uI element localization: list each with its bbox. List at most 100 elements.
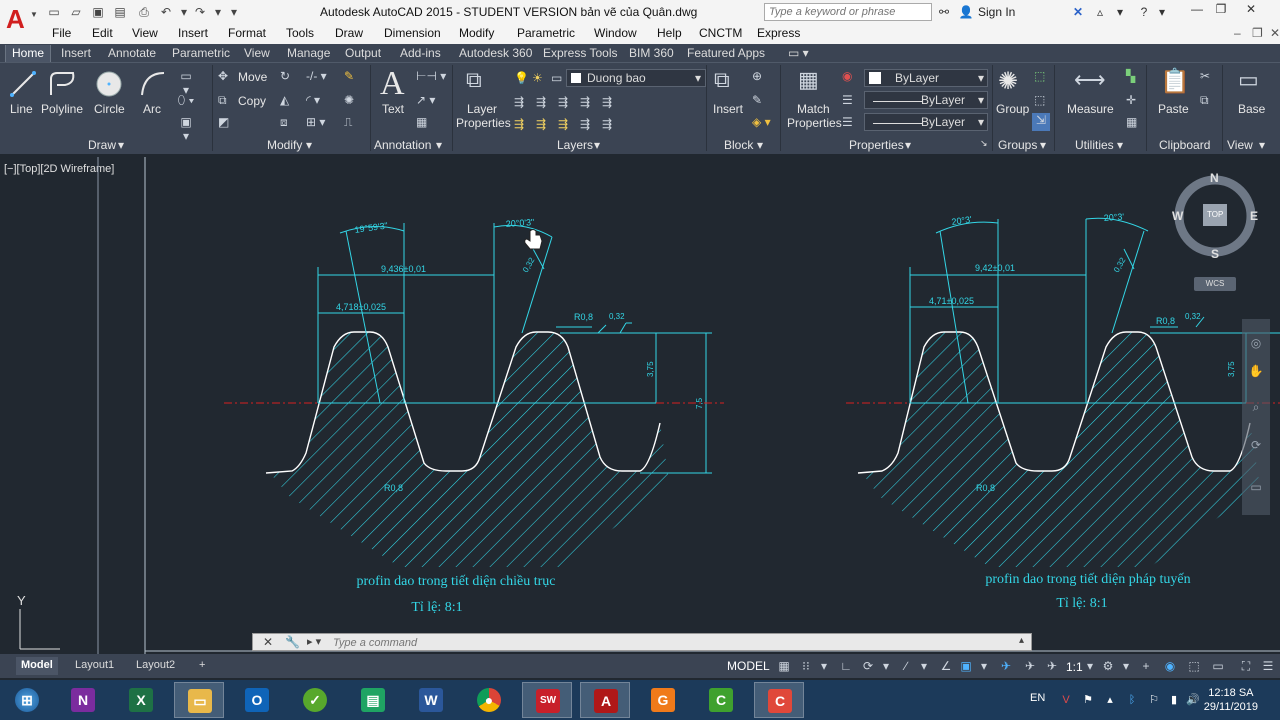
action-center-icon[interactable]: ⚐ xyxy=(1148,694,1160,706)
scale-icon[interactable]: ⧈ xyxy=(280,115,288,130)
base-view-icon[interactable]: ▭ xyxy=(1238,67,1259,93)
linetype-icon[interactable]: ☰ xyxy=(842,93,853,107)
erase-icon[interactable]: ✎ xyxy=(344,69,354,83)
grid-icon[interactable]: ▦ xyxy=(776,658,792,674)
menu-draw[interactable]: Draw xyxy=(335,26,363,40)
object-snap-icon[interactable]: ▣ xyxy=(958,658,974,674)
menu-help[interactable]: Help xyxy=(657,26,682,40)
menu-insert[interactable]: Insert xyxy=(178,26,208,40)
customization-icon[interactable]: ☰ xyxy=(1260,658,1276,674)
scale-dropdown-icon[interactable]: ▾ xyxy=(1082,658,1098,674)
model-space-toggle[interactable]: MODEL xyxy=(727,659,770,673)
layers-panel-dropdown-icon[interactable]: ▾ xyxy=(594,138,600,152)
leader-icon[interactable]: ↗ ▾ xyxy=(416,93,435,107)
new-file-icon[interactable]: ▭ xyxy=(46,4,62,20)
tab-annotate[interactable]: Annotate xyxy=(102,45,162,62)
move-button[interactable]: Move xyxy=(238,70,267,84)
tab-parametric[interactable]: Parametric xyxy=(166,45,236,62)
color-wheel-icon[interactable]: ◉ xyxy=(842,69,852,83)
match-properties-icon[interactable]: ▦ xyxy=(798,67,819,93)
polyline-button[interactable]: Polyline xyxy=(41,102,83,116)
restore-button[interactable]: ❐ xyxy=(1210,2,1232,18)
draw-panel-dropdown-icon[interactable]: ▾ xyxy=(118,138,124,152)
save-icon[interactable]: ▣ xyxy=(90,4,106,20)
offset-icon[interactable]: ⎍ xyxy=(344,115,352,130)
zoom-icon[interactable]: ⌕ xyxy=(1248,399,1264,415)
system-clock[interactable]: 12:18 SA 29/11/2019 xyxy=(1204,686,1258,714)
menu-minimize-icon[interactable]: – xyxy=(1234,26,1241,40)
view-panel-dropdown-icon[interactable]: ▾ xyxy=(1259,138,1265,152)
tab-layout2[interactable]: Layout2 xyxy=(131,657,180,675)
measure-button[interactable]: Measure xyxy=(1067,102,1114,116)
quick-select-icon[interactable]: ▚ xyxy=(1126,69,1135,83)
autocad-app[interactable]: A xyxy=(580,682,630,718)
excel-app[interactable]: X xyxy=(116,682,166,718)
bluetooth-icon[interactable]: ᛒ xyxy=(1126,694,1138,706)
insert-button[interactable]: Insert xyxy=(713,102,743,116)
pan-icon[interactable]: ✋ xyxy=(1248,363,1264,379)
current-layer-dropdown[interactable]: Duong bao ▾ xyxy=(566,69,706,87)
linetype-dropdown[interactable]: ByLayer ▾ xyxy=(864,91,988,109)
measure-icon[interactable]: ⟷ xyxy=(1074,67,1106,93)
annotation-panel-dropdown-icon[interactable]: ▾ xyxy=(436,138,442,152)
match-properties-button-line2[interactable]: Properties xyxy=(787,116,842,130)
workspace-gear-icon[interactable]: ⚙ xyxy=(1100,658,1116,674)
menu-modify[interactable]: Modify xyxy=(459,26,494,40)
tray-app-icon[interactable]: V xyxy=(1060,694,1072,706)
word-app[interactable]: W xyxy=(406,682,456,718)
fillet-icon[interactable]: ◜ ▾ xyxy=(306,93,320,107)
menu-window[interactable]: Window xyxy=(594,26,637,40)
hatch-icon[interactable]: ⬯ ▾ xyxy=(176,93,196,108)
object-snap-dropdown-icon[interactable]: ▾ xyxy=(976,658,992,674)
arc-button[interactable]: Arc xyxy=(143,102,161,116)
object-snap-tracking-icon[interactable]: ∠ xyxy=(938,658,954,674)
open-file-icon[interactable]: ▱ xyxy=(68,4,84,20)
tab-autodesk-360[interactable]: Autodesk 360 xyxy=(453,45,538,62)
menu-cnctm[interactable]: CNCTM xyxy=(699,26,742,40)
clipboard-panel-title[interactable]: Clipboard xyxy=(1159,138,1210,152)
layer-tool-8-icon[interactable]: ⇶ xyxy=(558,117,568,131)
annotation-panel-title[interactable]: Annotation xyxy=(374,138,431,152)
modify-panel-dropdown-icon[interactable]: ▾ xyxy=(306,138,312,152)
help-icon[interactable]: ? xyxy=(1136,4,1152,20)
properties-panel-dropdown-icon[interactable]: ▾ xyxy=(905,138,911,152)
table-icon[interactable]: ▦ xyxy=(416,115,427,129)
layer-freeze-icon[interactable]: ☀ xyxy=(532,71,543,85)
insert-block-icon[interactable]: ⧉ xyxy=(714,67,730,93)
paste-button[interactable]: Paste xyxy=(1158,102,1189,116)
snap-dropdown-icon[interactable]: ▾ xyxy=(816,658,832,674)
layer-lock-icon[interactable]: ▭ xyxy=(551,71,562,85)
qat-customize-icon[interactable]: ▾ xyxy=(226,4,242,20)
menu-restore-icon[interactable]: ❐ xyxy=(1252,26,1263,40)
camtasia-green-app[interactable]: C xyxy=(696,682,746,718)
compass-north[interactable]: N xyxy=(1210,171,1219,185)
orbit-icon[interactable]: ⟳ xyxy=(1248,437,1264,453)
clean-screen-icon[interactable]: ▭ xyxy=(1210,658,1226,674)
tab-model[interactable]: Model xyxy=(16,657,58,675)
sign-in-link[interactable]: Sign In xyxy=(978,5,1015,19)
layer-tool-9-icon[interactable]: ⇶ xyxy=(580,117,590,131)
a360-icon[interactable]: ▵ xyxy=(1092,4,1108,20)
block-panel-dropdown-icon[interactable]: ▾ xyxy=(757,138,763,152)
text-button[interactable]: Text xyxy=(382,102,404,116)
volume-icon[interactable]: 🔊 xyxy=(1186,694,1200,706)
polyline-icon[interactable] xyxy=(47,69,77,99)
tab-manage[interactable]: Manage xyxy=(281,45,336,62)
isolate-objects-icon[interactable]: ◉ xyxy=(1162,658,1178,674)
fullscreen-icon[interactable]: ⛶ xyxy=(1238,658,1254,674)
redo-dropdown-icon[interactable]: ▾ xyxy=(210,4,226,20)
outlook-app[interactable]: O xyxy=(232,682,282,718)
command-close-icon[interactable]: ✕ xyxy=(263,635,273,649)
menu-edit[interactable]: Edit xyxy=(92,26,113,40)
redo-icon[interactable]: ↷ xyxy=(192,4,208,20)
menu-tools[interactable]: Tools xyxy=(286,26,314,40)
polar-icon[interactable]: ⟳ xyxy=(860,658,876,674)
drawing-canvas[interactable]: [−][Top][2D Wireframe] 19°59'3" 20°0'3" … xyxy=(0,157,1280,654)
tab-view[interactable]: View xyxy=(238,45,276,62)
tray-expand-icon[interactable]: ▴ xyxy=(1104,694,1116,706)
tab-featured-apps[interactable]: Featured Apps xyxy=(681,45,771,62)
explode-icon[interactable]: ✺ xyxy=(344,93,354,107)
groups-panel-title[interactable]: Groups xyxy=(998,138,1037,152)
ungroup-icon[interactable]: ⬚ xyxy=(1034,69,1045,83)
onenote-app[interactable]: N xyxy=(58,682,108,718)
